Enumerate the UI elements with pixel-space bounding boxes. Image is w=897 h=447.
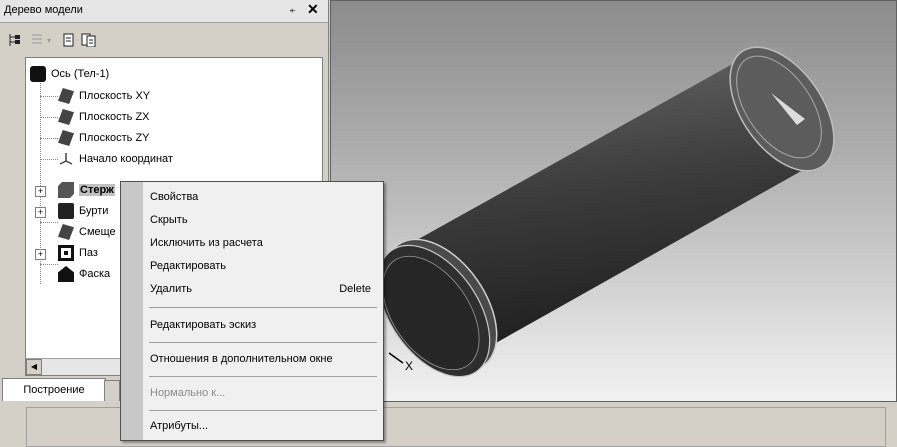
tree-item-chamfer[interactable]: Фаска (58, 264, 110, 284)
origin-icon (58, 151, 74, 167)
tree-item-plane-zx[interactable]: Плоскость ZX (58, 107, 150, 127)
menu-item-normal-to[interactable]: Нормально к... (143, 382, 381, 404)
tree-item-label: Фаска (79, 268, 111, 280)
pin-icon[interactable]: ⍅ (289, 3, 296, 18)
menu-item-attributes[interactable]: Атрибуты... (143, 415, 381, 437)
tree-item-label: Стерж (79, 184, 115, 196)
plane-icon (58, 109, 74, 125)
extrude-icon (58, 182, 74, 198)
page-icon[interactable] (60, 31, 78, 49)
menu-item-properties[interactable]: Свойства (143, 186, 381, 208)
menu-item-relations[interactable]: Отношения в дополнительном окне (143, 348, 381, 370)
tree-item-collar[interactable]: Бурти (58, 201, 108, 221)
tab-build[interactable]: Построение (2, 378, 106, 401)
menu-separator (149, 342, 377, 343)
model-render (377, 46, 835, 378)
menu-item-edit[interactable]: Редактировать (143, 255, 381, 277)
tree-item-label: Паз (79, 247, 98, 259)
menu-item-label: Исключить из расчета (150, 237, 263, 249)
expand-toggle[interactable]: + (35, 186, 46, 197)
menu-item-exclude[interactable]: Исключить из расчета (143, 232, 381, 254)
menu-item-delete[interactable]: Удалить Delete (143, 278, 381, 300)
3d-viewport[interactable]: X (330, 0, 897, 402)
tree-item-label: Плоскость ZX (79, 111, 150, 123)
context-menu: Свойства Скрыть Исключить из расчета Ред… (120, 181, 384, 441)
axis-x-label: X (405, 359, 414, 373)
tree-item-groove[interactable]: Паз (58, 243, 98, 263)
menu-icon-gutter (121, 182, 143, 440)
tree-item-plane-zy[interactable]: Плоскость ZY (58, 128, 150, 148)
plane-icon (58, 88, 74, 104)
menu-separator (149, 410, 377, 411)
part-icon (30, 66, 46, 82)
menu-item-label: Отношения в дополнительном окне (150, 353, 333, 365)
expand-toggle[interactable]: + (35, 249, 46, 260)
tree-item-label: Бурти (79, 205, 109, 217)
tree-root-label: Ось (Тел-1) (51, 68, 110, 80)
dropdown-arrow-icon[interactable]: ▾ (44, 31, 54, 49)
tab-other[interactable] (104, 380, 120, 401)
tree-item-origin[interactable]: Начало координат (58, 149, 173, 169)
tree-item-plane-xy[interactable]: Плоскость XY (58, 86, 150, 106)
tree-item-label: Смеще (79, 226, 116, 238)
menu-item-shortcut: Delete (339, 283, 371, 295)
tree-item-offset-plane[interactable]: Смеще (58, 222, 116, 242)
panel-toolbar: ▾ (0, 23, 328, 55)
menu-item-label: Удалить (150, 283, 192, 295)
menu-item-label: Нормально к... (150, 387, 226, 399)
tree-root[interactable]: Ось (Тел-1) (30, 64, 109, 84)
panel-title: Дерево модели (4, 4, 83, 16)
tree-item-label: Начало координат (79, 153, 173, 165)
pages-icon[interactable] (80, 31, 98, 49)
menu-separator (149, 307, 377, 308)
plane-icon (58, 224, 74, 240)
plane-icon (58, 130, 74, 146)
tree-item-label: Плоскость XY (79, 90, 151, 102)
menu-item-label: Редактировать эскиз (150, 319, 257, 331)
expand-toggle[interactable]: + (35, 207, 46, 218)
menu-item-hide[interactable]: Скрыть (143, 209, 381, 231)
menu-item-label: Атрибуты... (150, 420, 209, 432)
collar-icon (58, 203, 74, 219)
close-icon[interactable]: ✕ (307, 1, 319, 18)
menu-separator (149, 376, 377, 377)
menu-item-label: Скрыть (150, 214, 188, 226)
menu-item-label: Редактировать (150, 260, 226, 272)
scroll-left-icon[interactable]: ◀ (26, 359, 42, 375)
groove-icon (58, 245, 74, 261)
panel-title-bar: Дерево модели ⍅ ✕ (0, 0, 328, 23)
tree-item-rod[interactable]: Стерж (58, 180, 115, 200)
menu-item-label: Свойства (150, 191, 199, 203)
menu-item-edit-sketch[interactable]: Редактировать эскиз (143, 314, 381, 336)
chamfer-icon (58, 266, 74, 282)
tree-item-label: Плоскость ZY (79, 132, 150, 144)
tree-view-icon[interactable] (6, 31, 24, 49)
